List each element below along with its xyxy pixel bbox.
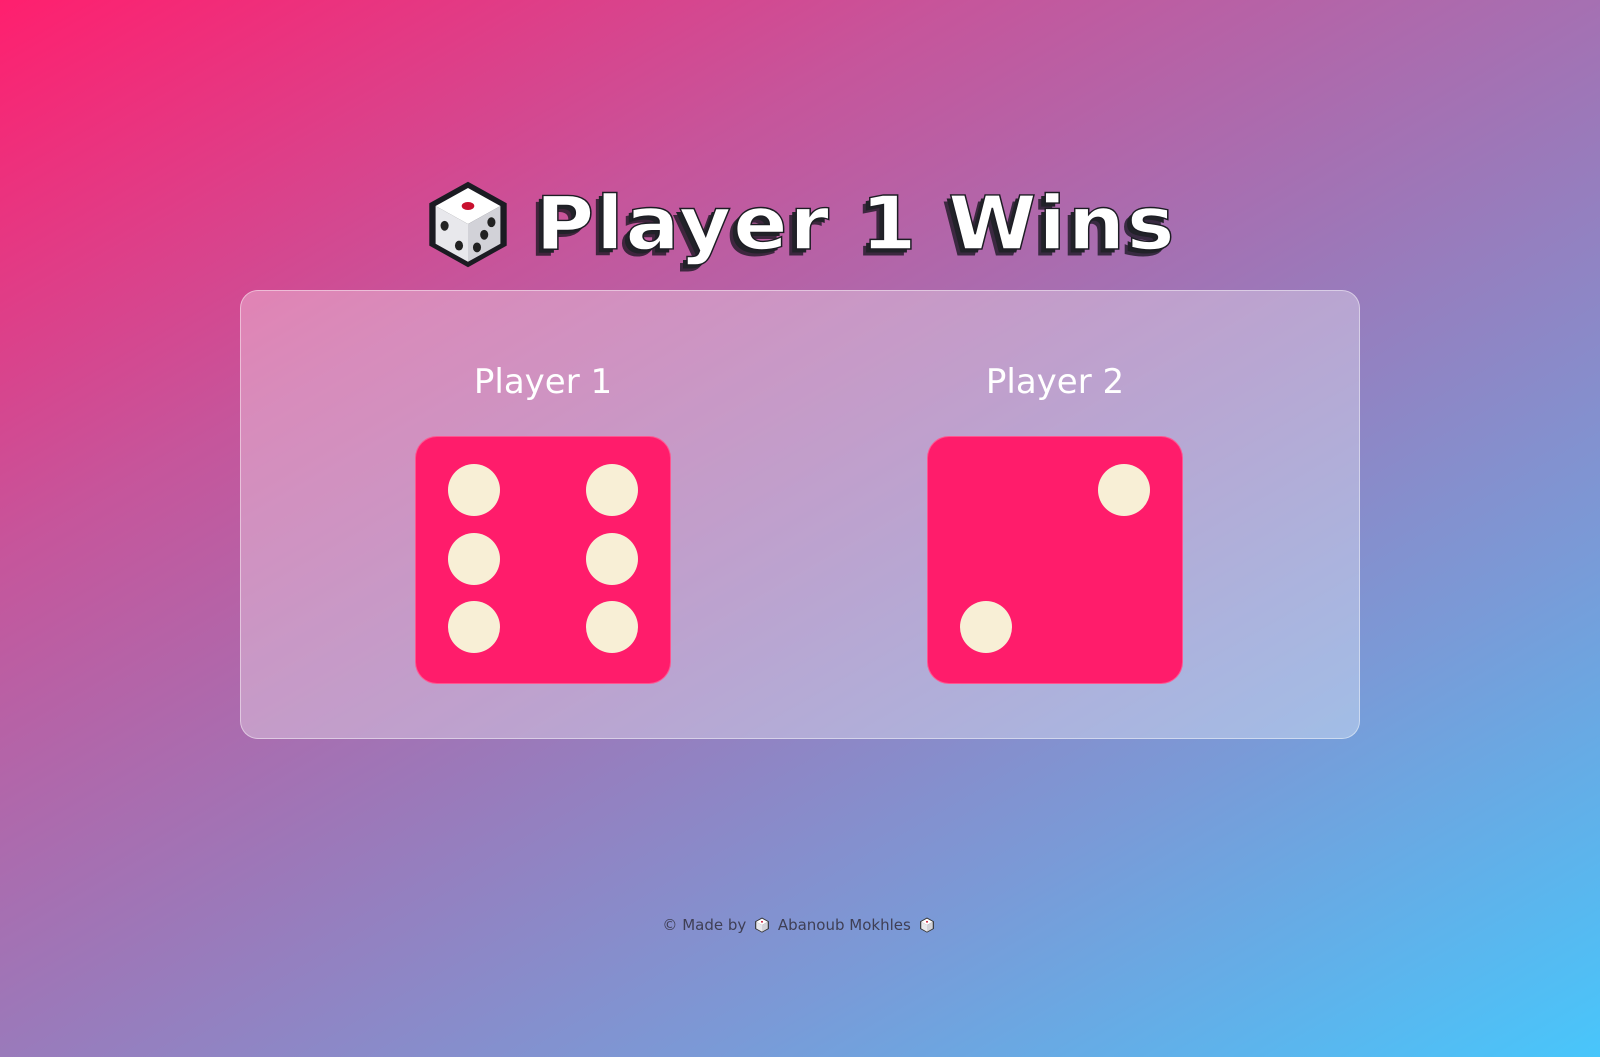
game-die-icon xyxy=(919,917,934,933)
page-title: Player 1 Wins xyxy=(535,180,1177,267)
die-pip xyxy=(960,601,1012,653)
player-2-section: Player 2 xyxy=(927,291,1187,738)
player-1-label: Player 1 xyxy=(473,362,613,402)
player-2-label: Player 2 xyxy=(985,362,1125,402)
game-board: Player 1 Player 2 xyxy=(240,290,1360,739)
die-pip xyxy=(448,464,500,516)
die-pip xyxy=(1098,464,1150,516)
game-die-icon xyxy=(429,181,508,268)
player-1-section: Player 1 xyxy=(415,291,675,738)
player-2-die xyxy=(927,436,1183,684)
page-header: Player 1 Wins xyxy=(0,178,1600,270)
game-die-icon xyxy=(755,917,769,933)
die-pip xyxy=(448,533,500,585)
die-pip xyxy=(586,464,638,516)
die-pip xyxy=(586,533,638,585)
player-1-die xyxy=(415,436,671,684)
footer-credit: © Made by Abanoub Mokhles xyxy=(0,916,1600,934)
footer-author: Abanoub Mokhles xyxy=(777,916,911,934)
die-pip xyxy=(448,601,500,653)
footer-prefix: © Made by xyxy=(662,916,747,934)
die-pip xyxy=(586,601,638,653)
